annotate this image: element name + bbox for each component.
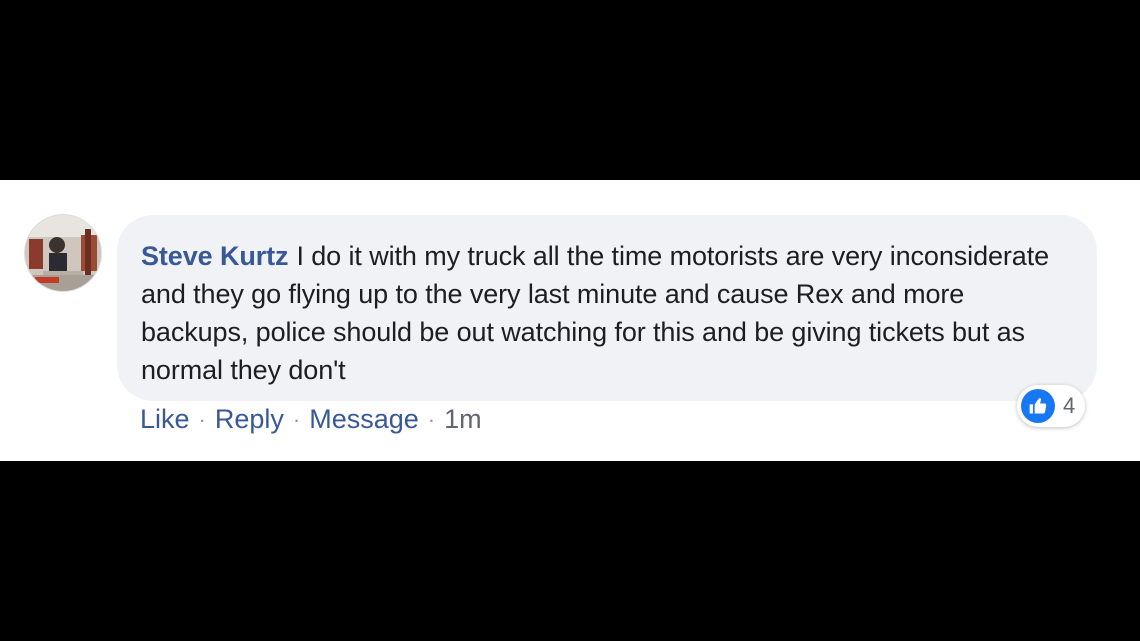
separator-dot: · xyxy=(198,406,206,432)
reply-link[interactable]: Reply xyxy=(215,404,284,435)
reactions-summary[interactable]: 4 xyxy=(1017,385,1086,427)
screenshot-frame: Steve Kurtz I do it with my truck all the… xyxy=(0,0,1140,641)
message-link[interactable]: Message xyxy=(309,404,419,435)
comment-body: Steve Kurtz I do it with my truck all the… xyxy=(141,237,1071,389)
comment-actions: Like · Reply · Message · 1m xyxy=(140,404,482,435)
previous-comment-cutoff xyxy=(150,180,420,184)
reaction-count: 4 xyxy=(1063,393,1076,418)
comment-section: Steve Kurtz I do it with my truck all the… xyxy=(0,180,1140,461)
avatar[interactable] xyxy=(24,214,102,292)
comment-timestamp[interactable]: 1m xyxy=(444,404,482,435)
comment-author-name[interactable]: Steve Kurtz xyxy=(141,241,289,271)
separator-dot: · xyxy=(427,406,436,432)
like-icon xyxy=(1021,389,1055,423)
comment-bubble: Steve Kurtz I do it with my truck all the… xyxy=(117,215,1097,401)
separator-dot: · xyxy=(292,406,301,432)
like-link[interactable]: Like xyxy=(140,404,190,435)
profile-photo-icon xyxy=(25,215,101,291)
